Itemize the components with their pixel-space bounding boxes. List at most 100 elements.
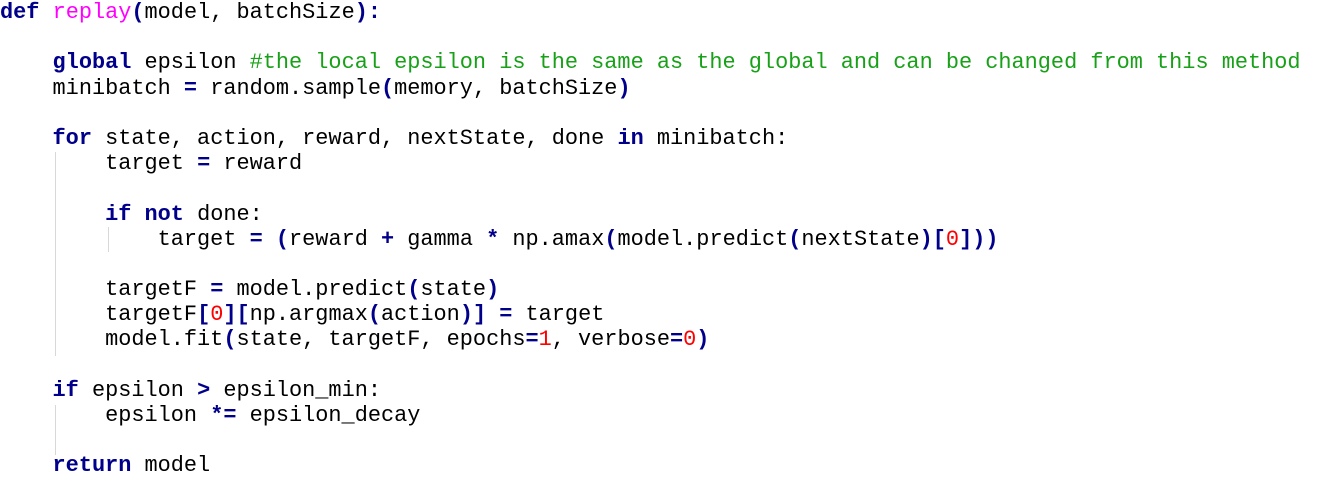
- code-token: ): [617, 75, 631, 101]
- code-token: , verbose: [551, 327, 670, 353]
- code-token: np.amax: [499, 226, 605, 252]
- code-token: model.predict: [617, 226, 789, 252]
- code-token: =: [249, 226, 263, 252]
- code-token: =: [210, 277, 224, 303]
- code-token: global: [52, 50, 132, 76]
- code-token: not: [144, 201, 184, 227]
- code-token: (: [380, 75, 395, 101]
- code-token: =: [183, 75, 198, 101]
- code-token: minibatch:: [643, 125, 789, 151]
- code-token: for: [52, 125, 92, 151]
- code-token: epsilon: [131, 50, 250, 76]
- code-line: model.fit(state, targetF, epochs=1, verb…: [0, 327, 1329, 352]
- code-token: epsilon_decay: [236, 403, 421, 428]
- code-token: epsilon: [0, 403, 211, 428]
- code-token: targetF: [0, 277, 211, 303]
- code-token: target: [0, 151, 198, 177]
- code-line: if not done:: [0, 202, 1329, 227]
- code-token: =: [670, 327, 684, 353]
- code-token: (: [223, 327, 237, 353]
- code-line: targetF = model.predict(state): [0, 277, 1329, 302]
- code-token: replay: [52, 0, 132, 25]
- code-line: if epsilon > epsilon_min:: [0, 378, 1329, 403]
- code-token: reward: [289, 226, 381, 252]
- code-token: state, targetF, epochs: [236, 327, 526, 353]
- code-token: ): [696, 327, 710, 353]
- code-token: =: [525, 327, 539, 353]
- code-token: 0: [210, 302, 224, 328]
- code-token: state, action, reward, nextState, done: [91, 125, 618, 151]
- code-token: action: [381, 302, 460, 328]
- code-token: minibatch: [0, 75, 184, 101]
- code-line: global epsilon #the local epsilon is the…: [0, 50, 1329, 75]
- code-token: gamma: [394, 226, 487, 252]
- code-token: model: [131, 453, 211, 479]
- code-token: (: [788, 226, 802, 252]
- code-editor[interactable]: def replay(model, batchSize): global eps…: [0, 0, 1329, 484]
- code-token: in: [617, 125, 644, 151]
- code-token: >: [197, 377, 211, 403]
- code-token: reward: [210, 151, 303, 177]
- code-token: )]: [459, 302, 487, 328]
- code-token: np.argmax: [249, 302, 368, 328]
- code-token: (: [367, 302, 381, 328]
- code-line: return model: [0, 453, 1329, 478]
- code-block: def replay(model, batchSize): global eps…: [0, 0, 1329, 479]
- code-token: (: [275, 226, 290, 252]
- code-token: state: [420, 277, 487, 303]
- code-token: model.predict: [223, 277, 408, 303]
- code-token: random.sample: [197, 75, 381, 101]
- code-token: target: [0, 226, 250, 252]
- code-token: targetF: [0, 302, 198, 328]
- code-line: for state, action, reward, nextState, do…: [0, 126, 1329, 151]
- code-token: ][: [223, 302, 250, 328]
- code-token: if: [52, 377, 79, 403]
- code-token: ): [486, 277, 500, 303]
- code-token: #the local epsilon is the same as the gl…: [249, 50, 1301, 76]
- code-line: minibatch = random.sample(memory, batchS…: [0, 76, 1329, 101]
- code-token: model.fit: [0, 327, 224, 353]
- code-token: *=: [210, 403, 237, 428]
- code-token: =: [197, 151, 211, 177]
- code-token: epsilon: [78, 377, 198, 403]
- code-token: def: [0, 0, 40, 25]
- code-token: )[: [919, 226, 946, 252]
- code-token: done:: [183, 201, 263, 227]
- code-token: model, batchSize: [144, 0, 355, 25]
- code-token: (: [131, 0, 145, 25]
- code-token: if: [105, 201, 132, 227]
- code-line: epsilon *= epsilon_decay: [0, 403, 1329, 428]
- code-line: targetF[0][np.argmax(action)] = target: [0, 302, 1329, 327]
- code-token: target: [512, 302, 605, 328]
- code-token: *: [486, 226, 500, 252]
- code-token: (: [407, 277, 421, 303]
- code-token: [: [197, 302, 211, 328]
- code-token: ):: [354, 0, 381, 25]
- code-token: ])): [959, 226, 999, 252]
- code-token: 0: [945, 226, 960, 252]
- code-token: memory, batchSize: [394, 75, 618, 101]
- code-token: 0: [683, 327, 697, 353]
- code-token: (: [604, 226, 618, 252]
- code-line: target = (reward + gamma * np.amax(model…: [0, 227, 1329, 252]
- code-line: def replay(model, batchSize):: [0, 0, 1329, 25]
- code-token: +: [381, 226, 395, 252]
- code-token: return: [52, 453, 132, 479]
- code-token: epsilon_min:: [210, 377, 381, 403]
- code-token: =: [499, 302, 513, 328]
